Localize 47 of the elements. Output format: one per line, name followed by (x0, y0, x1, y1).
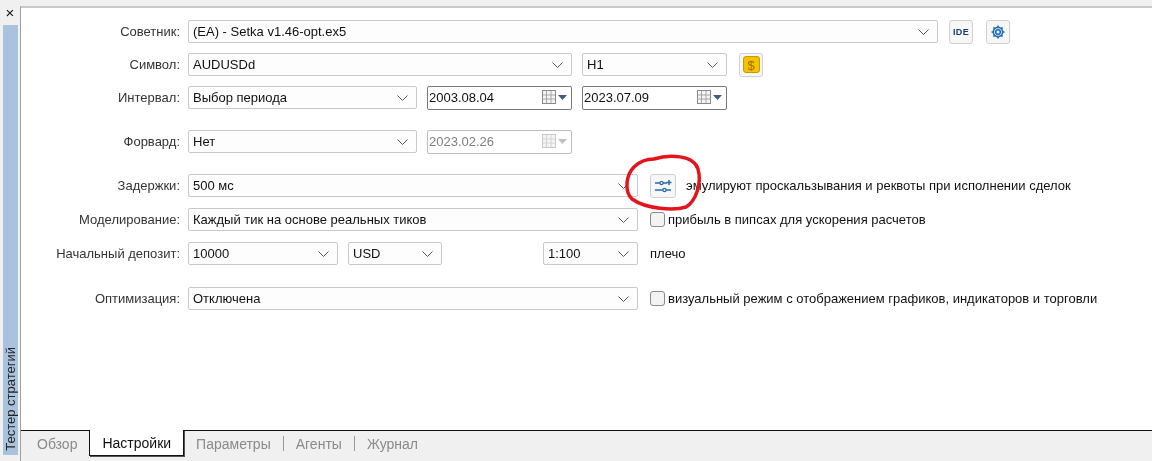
calendar-icon (542, 90, 567, 105)
checkbox-label: визуальный режим с отображением графиков, индикаторов и торговли (668, 291, 1098, 306)
sliders-button[interactable] (650, 173, 676, 198)
dropdown[interactable]: Выбор периода (188, 86, 417, 109)
chevron-icon (707, 61, 718, 68)
chevron-icon (397, 94, 408, 101)
ide-button[interactable]: IDE (949, 19, 973, 44)
field-label: Оптимизация: (93, 291, 180, 306)
chevron-icon (618, 250, 629, 257)
calendar-icon (697, 90, 722, 105)
chevron-icon (618, 216, 629, 223)
dropdown[interactable]: (EA) - Setka v1.46-opt.ex5 (188, 20, 938, 43)
dropdown[interactable]: Нет (188, 130, 417, 153)
date-field[interactable]: 2003.08.04 (427, 85, 572, 110)
field-label: Задержки: (116, 178, 180, 193)
dropdown[interactable]: 500 мс (188, 174, 638, 197)
chevron-icon (618, 295, 629, 302)
chevron-icon (397, 138, 408, 145)
field-label: Советник: (119, 24, 180, 39)
chevron-icon (422, 250, 433, 257)
field-label: Форвард: (122, 134, 180, 149)
dropdown[interactable]: AUDUSDd (188, 53, 572, 76)
field-label: Интервал: (117, 90, 180, 105)
panel-title: Тестер стратегий (2, 347, 18, 453)
dropdown[interactable]: 1:100 (543, 242, 638, 265)
field-label: Начальный депозит: (55, 246, 180, 261)
dropdown[interactable]: 10000 (188, 242, 338, 265)
dropdown[interactable]: USD (348, 242, 442, 265)
tab[interactable]: Настройки (89, 430, 185, 456)
calendar-icon (542, 134, 567, 149)
checkbox[interactable] (650, 291, 665, 306)
dropdown[interactable]: Отключена (188, 287, 638, 310)
dropdown[interactable]: H1 (582, 53, 727, 76)
chevron-icon (552, 61, 563, 68)
checkbox[interactable] (650, 212, 665, 227)
field-label: Символ: (128, 57, 180, 72)
hint-text: плечо (650, 246, 686, 261)
close-button[interactable]: × (5, 6, 15, 20)
field-label: Моделирование: (78, 212, 180, 227)
settings-button[interactable] (986, 19, 1010, 44)
chevron-icon (918, 28, 929, 35)
checkbox-label: прибыль в пипсах для ускорения расчетов (668, 212, 926, 227)
date-field[interactable]: 2023.07.09 (582, 85, 727, 110)
sliders-icon (654, 177, 672, 194)
settings-icon (990, 23, 1006, 40)
chevron-icon (318, 250, 329, 257)
dropdown[interactable]: Каждый тик на основе реальных тиков (188, 208, 638, 231)
